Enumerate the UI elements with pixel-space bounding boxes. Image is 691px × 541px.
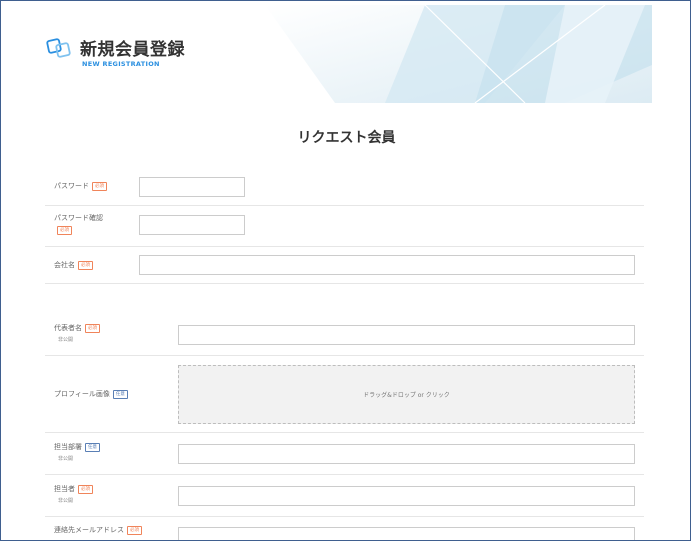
representative-label: 代表者名 必須	[54, 323, 100, 333]
row-divider	[45, 432, 644, 433]
profile-image-dropzone[interactable]: ドラッグ&ドロップ or クリック	[178, 365, 635, 424]
row-divider	[45, 205, 644, 206]
required-badge: 必須	[127, 525, 142, 535]
page-title: リクエスト会員	[297, 130, 396, 146]
password-confirm-input[interactable]	[139, 215, 245, 235]
optional-badge: 任意	[112, 389, 128, 399]
required-badge: 必須	[85, 323, 100, 333]
required-badge: 必須	[92, 181, 107, 191]
required-badge: 必須	[78, 484, 93, 494]
department-label: 担当部署 任意	[54, 442, 100, 452]
page-frame: 新規会員登録 NEW REGISTRATION リクエスト会員 パスワード 必須 …	[0, 0, 691, 541]
person-label: 担当者 必須	[54, 484, 93, 494]
header-banner: 新規会員登録 NEW REGISTRATION	[5, 5, 652, 103]
brand: 新規会員登録	[46, 35, 185, 60]
required-badge: 必須	[78, 260, 93, 270]
password-confirm-label: パスワード確認	[54, 214, 103, 222]
optional-badge: 任意	[85, 442, 100, 452]
row-divider	[45, 516, 644, 517]
header-subtitle: NEW REGISTRATION	[82, 60, 160, 68]
row-divider	[45, 246, 644, 247]
company-label: 会社名 必須	[54, 260, 93, 270]
row-divider	[45, 283, 644, 284]
row-divider	[45, 474, 644, 475]
representative-input[interactable]	[178, 325, 635, 345]
row-divider	[45, 355, 644, 356]
department-input[interactable]	[178, 444, 635, 464]
person-note: 非公開	[58, 498, 74, 504]
password-input[interactable]	[139, 177, 245, 197]
required-badge: 必須	[57, 226, 72, 235]
company-input[interactable]	[139, 255, 635, 275]
department-note: 非公開	[58, 456, 74, 462]
representative-note: 非公開	[58, 337, 74, 343]
email-input[interactable]	[178, 527, 635, 540]
password-label: パスワード 必須	[54, 181, 107, 191]
registration-logo-icon	[46, 37, 74, 59]
header-title: 新規会員登録	[80, 40, 185, 60]
email-label: 連絡先メールアドレス 必須	[54, 525, 142, 535]
person-input[interactable]	[178, 486, 635, 506]
profile-image-label: プロフィール画像 任意	[54, 389, 128, 399]
